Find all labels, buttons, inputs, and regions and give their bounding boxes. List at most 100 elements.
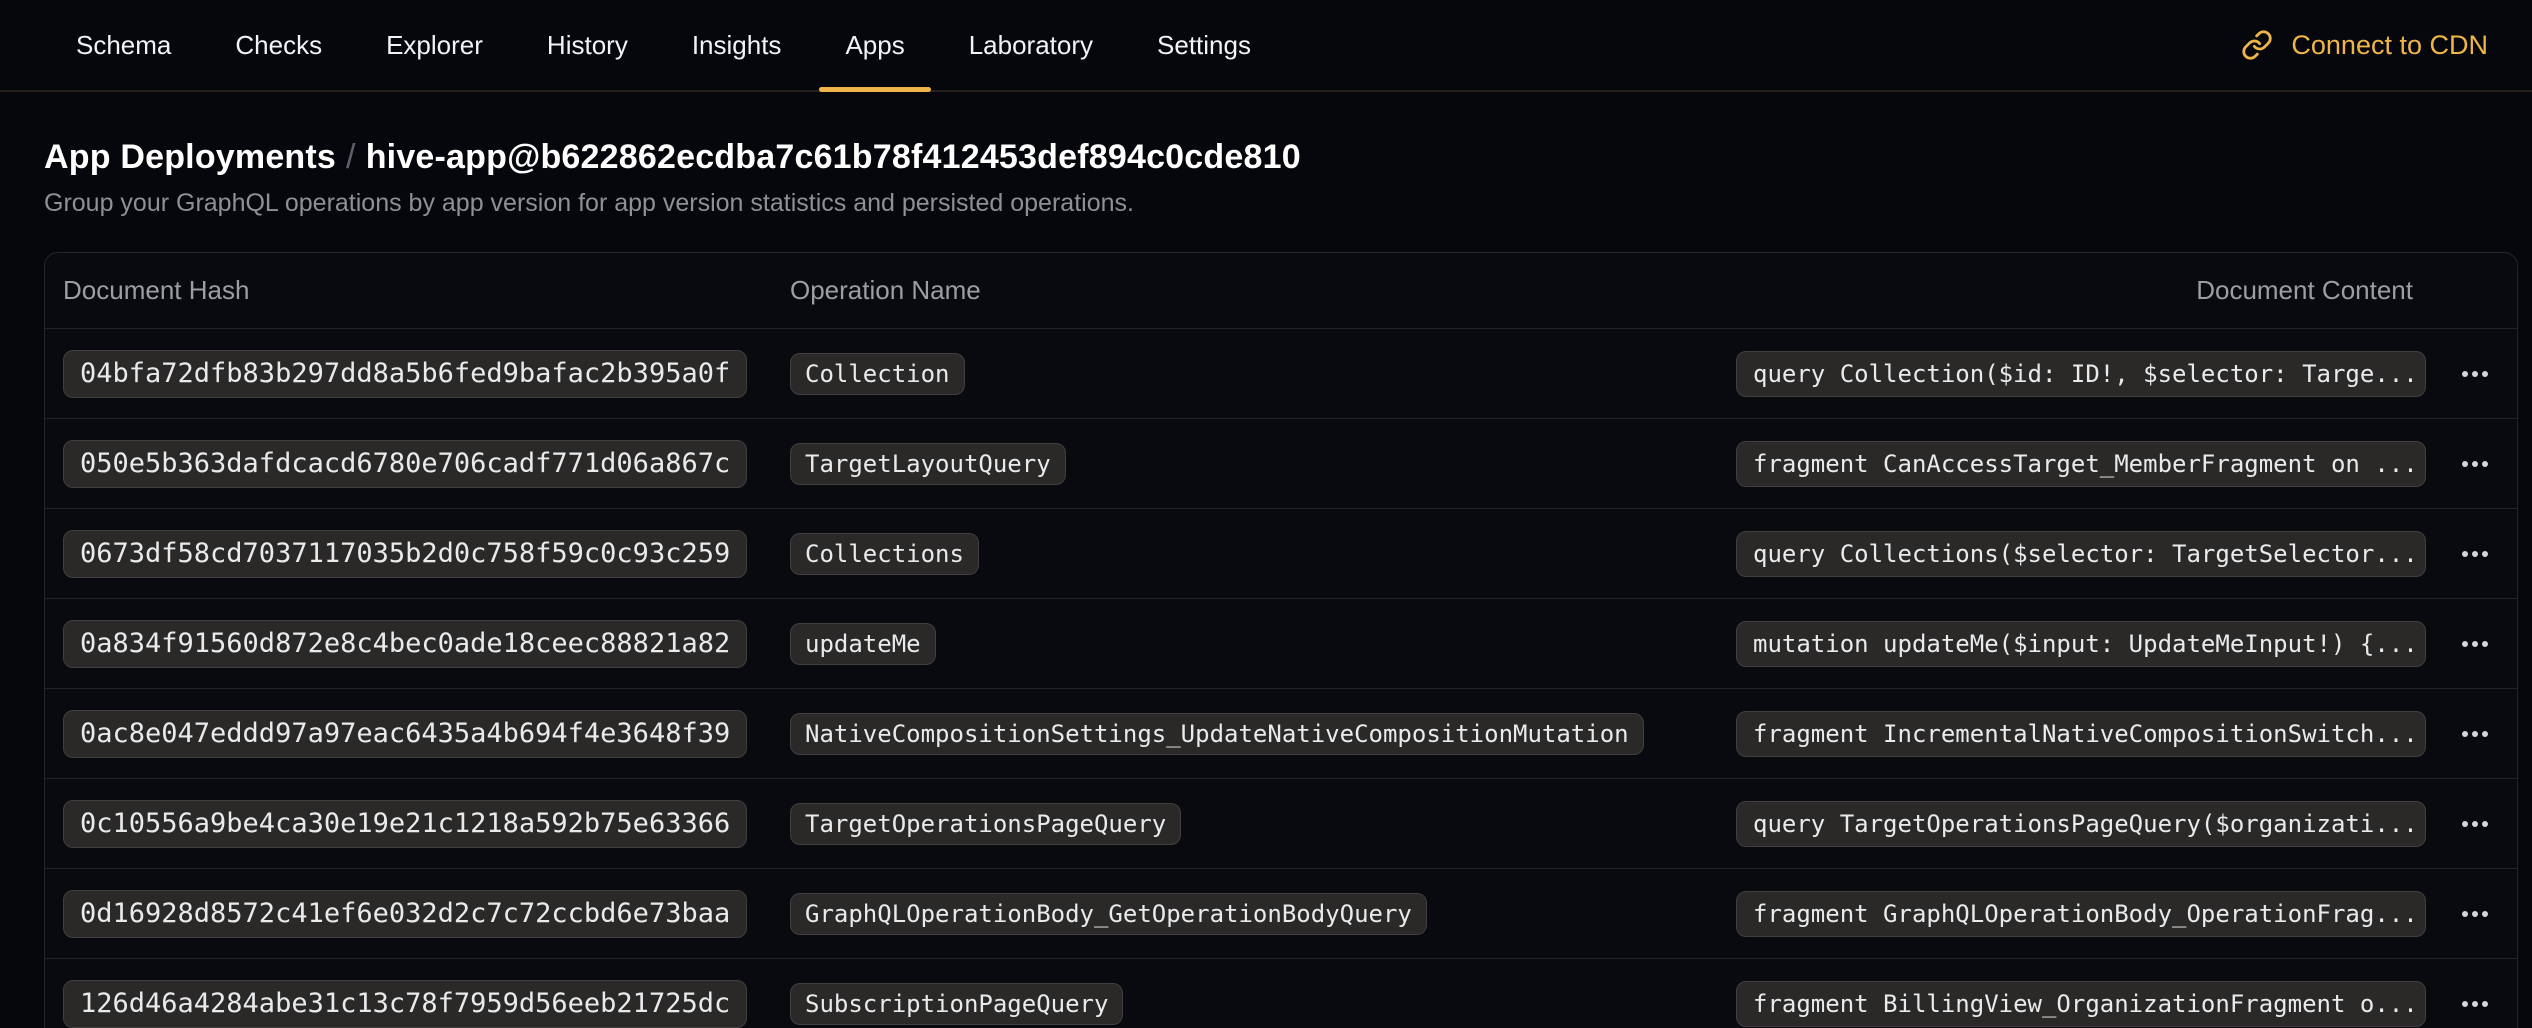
document-content-cell: fragment CanAccessTarget_MemberFragment … [1736,441,2426,487]
document-hash-cell: 0c10556a9be4ca30e19e21c1218a592b75e63366 [45,800,788,848]
document-hash-chip: 0673df58cd7037117035b2d0c758f59c0c93c259 [63,530,747,578]
document-hash-cell: 0a834f91560d872e8c4bec0ade18ceec88821a82 [45,620,788,668]
document-content-cell: fragment IncrementalNativeCompositionSwi… [1736,711,2426,757]
breadcrumb-separator: / [336,138,366,176]
document-content-chip: fragment BillingView_OrganizationFragmen… [1736,981,2426,1027]
breadcrumb-section: App Deployments [44,138,336,176]
page-subtitle: Group your GraphQL operations by app ver… [44,189,2518,218]
document-hash-cell: 0ac8e047eddd97a97eac6435a4b694f4e3648f39 [45,710,788,758]
column-header-operation-name: Operation Name [788,275,1736,306]
document-hash-chip: 0d16928d8572c41ef6e032d2c7c72ccbd6e73baa [63,890,747,938]
row-actions-cell [2426,710,2518,758]
row-actions-cell [2426,890,2518,938]
table-row: 0673df58cd7037117035b2d0c758f59c0c93c259… [45,509,2517,599]
document-hash-chip: 04bfa72dfb83b297dd8a5b6fed9bafac2b395a0f [63,350,747,398]
ellipsis-icon [2462,731,2488,737]
tab-insights[interactable]: Insights [660,0,814,90]
document-hash-chip: 0c10556a9be4ca30e19e21c1218a592b75e63366 [63,800,747,848]
nav-tab-label: History [547,30,628,61]
row-menu-button[interactable] [2445,620,2505,668]
operation-name-cell: updateMe [788,623,1736,665]
document-content-chip: query Collections($selector: TargetSelec… [1736,531,2426,577]
operation-name-cell: Collections [788,533,1736,575]
nav-tab-label: Settings [1157,30,1251,61]
connect-to-cdn-label: Connect to CDN [2291,30,2488,61]
document-content-chip: query Collection($id: ID!, $selector: Ta… [1736,351,2426,397]
row-actions-cell [2426,800,2518,848]
column-header-document-hash: Document Hash [45,275,788,306]
document-hash-chip: 126d46a4284abe31c13c78f7959d56eeb21725dc [63,980,747,1028]
row-menu-button[interactable] [2445,350,2505,398]
row-menu-button[interactable] [2445,800,2505,848]
row-menu-button[interactable] [2445,710,2505,758]
nav-tab-label: Schema [76,30,171,61]
operation-name-chip: TargetOperationsPageQuery [790,803,1181,845]
table-row: 04bfa72dfb83b297dd8a5b6fed9bafac2b395a0f… [45,329,2517,419]
ellipsis-icon [2462,551,2488,557]
document-content-chip: mutation updateMe($input: UpdateMeInput!… [1736,621,2426,667]
document-content-cell: fragment GraphQLOperationBody_OperationF… [1736,891,2426,937]
document-hash-chip: 0ac8e047eddd97a97eac6435a4b694f4e3648f39 [63,710,747,758]
tab-apps[interactable]: Apps [813,0,936,90]
document-content-cell: fragment BillingView_OrganizationFragmen… [1736,981,2426,1027]
operation-name-chip: SubscriptionPageQuery [790,983,1123,1025]
document-hash-cell: 0673df58cd7037117035b2d0c758f59c0c93c259 [45,530,788,578]
tab-settings[interactable]: Settings [1125,0,1283,90]
column-header-document-content: Document Content [1736,275,2419,306]
document-content-chip: fragment IncrementalNativeCompositionSwi… [1736,711,2426,757]
operation-name-cell: TargetLayoutQuery [788,443,1736,485]
table-header-row: Document Hash Operation Name Document Co… [45,253,2517,329]
operation-name-chip: NativeCompositionSettings_UpdateNativeCo… [790,713,1644,755]
operation-name-cell: NativeCompositionSettings_UpdateNativeCo… [788,713,1736,755]
nav-tabs: Schema Checks Explorer History Insights … [44,0,1283,90]
operation-name-cell: SubscriptionPageQuery [788,983,1736,1025]
row-menu-button[interactable] [2445,980,2505,1028]
document-hash-chip: 0a834f91560d872e8c4bec0ade18ceec88821a82 [63,620,747,668]
top-navigation: Schema Checks Explorer History Insights … [0,0,2532,92]
connect-to-cdn-button[interactable]: Connect to CDN [2241,0,2488,90]
document-hash-cell: 0d16928d8572c41ef6e032d2c7c72ccbd6e73baa [45,890,788,938]
document-content-cell: query Collections($selector: TargetSelec… [1736,531,2426,577]
document-hash-chip: 050e5b363dafdcacd6780e706cadf771d06a867c [63,440,747,488]
table-row: 0c10556a9be4ca30e19e21c1218a592b75e63366… [45,779,2517,869]
operation-name-cell: Collection [788,353,1736,395]
document-hash-cell: 050e5b363dafdcacd6780e706cadf771d06a867c [45,440,788,488]
operation-name-chip: GraphQLOperationBody_GetOperationBodyQue… [790,893,1427,935]
table-body: 04bfa72dfb83b297dd8a5b6fed9bafac2b395a0f… [45,329,2517,1028]
row-actions-cell [2426,980,2518,1028]
breadcrumb-current: hive-app@b622862ecdba7c61b78f412453def89… [366,138,1301,176]
row-actions-cell [2426,620,2518,668]
operation-name-chip: updateMe [790,623,936,665]
table-row: 126d46a4284abe31c13c78f7959d56eeb21725dc… [45,959,2517,1028]
tab-explorer[interactable]: Explorer [354,0,515,90]
tab-schema[interactable]: Schema [44,0,203,90]
ellipsis-icon [2462,1001,2488,1007]
ellipsis-icon [2462,911,2488,917]
table-row: 0ac8e047eddd97a97eac6435a4b694f4e3648f39… [45,689,2517,779]
row-actions-cell [2426,530,2518,578]
tab-checks[interactable]: Checks [203,0,354,90]
document-hash-cell: 126d46a4284abe31c13c78f7959d56eeb21725dc [45,980,788,1028]
nav-tab-label: Apps [845,30,904,61]
row-actions-cell [2426,440,2518,488]
row-menu-button[interactable] [2445,530,2505,578]
ellipsis-icon [2462,461,2488,467]
table-row: 050e5b363dafdcacd6780e706cadf771d06a867c… [45,419,2517,509]
tab-laboratory[interactable]: Laboratory [937,0,1125,90]
row-menu-button[interactable] [2445,890,2505,938]
link-icon [2241,29,2273,61]
deployments-table: Document Hash Operation Name Document Co… [44,252,2518,1028]
document-content-chip: fragment GraphQLOperationBody_OperationF… [1736,891,2426,937]
document-content-chip: fragment CanAccessTarget_MemberFragment … [1736,441,2426,487]
nav-tab-label: Laboratory [969,30,1093,61]
document-content-cell: query Collection($id: ID!, $selector: Ta… [1736,351,2426,397]
document-hash-cell: 04bfa72dfb83b297dd8a5b6fed9bafac2b395a0f [45,350,788,398]
document-content-chip: query TargetOperationsPageQuery($organiz… [1736,801,2426,847]
operation-name-chip: Collections [790,533,979,575]
tab-history[interactable]: History [515,0,660,90]
nav-tab-label: Explorer [386,30,483,61]
ellipsis-icon [2462,641,2488,647]
nav-tab-label: Insights [692,30,782,61]
main-content: App Deployments/hive-app@b622862ecdba7c6… [0,138,2532,1028]
row-menu-button[interactable] [2445,440,2505,488]
